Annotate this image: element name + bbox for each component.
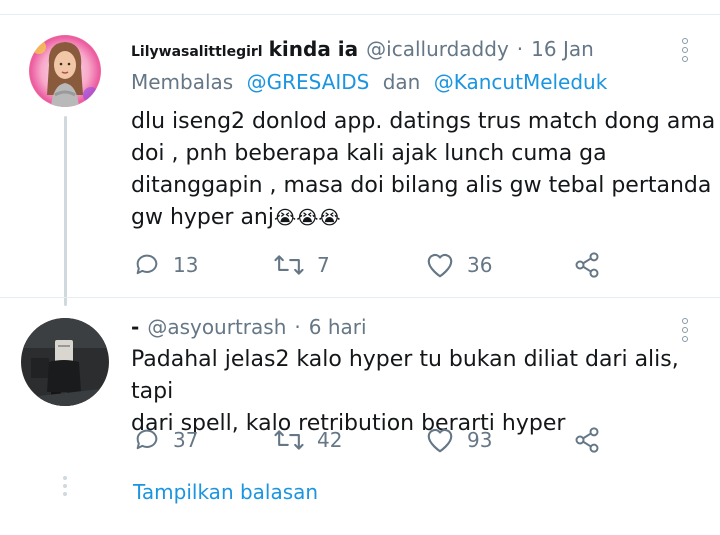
display-name-suffix[interactable]: kinda ia <box>269 37 359 61</box>
separator-dot: · <box>294 315 301 339</box>
reply-icon <box>136 429 158 450</box>
show-replies-link[interactable]: Tampilkan balasan <box>133 480 318 504</box>
share-icon <box>575 252 599 278</box>
retweet-icon <box>274 255 304 275</box>
heart-icon <box>427 253 453 278</box>
thread-line <box>64 116 67 306</box>
tweet-text-line: gw hyper anj <box>131 205 274 230</box>
tweet-actions: 37 42 93 <box>133 426 601 454</box>
share-icon <box>575 427 599 453</box>
retweet-button[interactable]: 7 <box>273 251 425 279</box>
like-button[interactable]: 93 <box>425 426 573 454</box>
handle[interactable]: @icallurdaddy <box>366 37 509 61</box>
reply-button[interactable]: 13 <box>133 251 273 279</box>
thread-continuation-dots <box>63 476 67 496</box>
like-button[interactable]: 36 <box>425 251 573 279</box>
reply-mention-1[interactable]: @GRESAIDS <box>247 70 370 94</box>
like-count: 36 <box>467 253 493 277</box>
like-count: 93 <box>467 428 493 452</box>
reply-prefix: Membalas <box>131 70 234 94</box>
tweet-text-line: doi , pnh beberapa kali ajak lunch cuma … <box>131 141 607 166</box>
crying-emoji: 😭😭😭 <box>274 207 341 229</box>
reply-icon <box>136 254 158 275</box>
timestamp[interactable]: 6 hari <box>309 315 367 339</box>
tweet-text-line: dlu iseng2 donlod app. datings trus matc… <box>131 109 716 134</box>
reply-count: 13 <box>173 253 199 277</box>
heart-icon <box>427 428 453 453</box>
display-name[interactable]: - <box>131 315 139 339</box>
reply-button[interactable]: 37 <box>133 426 273 454</box>
avatar[interactable] <box>29 35 101 107</box>
tweet-header: Lilywasalittlegirl kinda ia @icallurdadd… <box>131 37 594 65</box>
retweet-count: 42 <box>317 428 343 452</box>
tweet-text-line: Padahal jelas2 kalo hyper tu bukan dilia… <box>131 347 679 404</box>
tweet-header: - @asyourtrash · 6 hari <box>131 315 367 339</box>
separator-dot: · <box>516 37 524 61</box>
display-name[interactable]: Lilywasalittlegirl <box>131 44 263 60</box>
tweet-divider <box>0 297 720 298</box>
handle[interactable]: @asyourtrash <box>147 315 286 339</box>
more-options-icon[interactable] <box>682 38 688 62</box>
top-divider <box>0 14 720 15</box>
retweet-button[interactable]: 42 <box>273 426 425 454</box>
tweet-text: dlu iseng2 donlod app. datings trus matc… <box>131 106 715 234</box>
tweet-text-line: ditanggapin , masa doi bilang alis gw te… <box>131 173 712 198</box>
reply-count: 37 <box>173 428 199 452</box>
share-button[interactable] <box>573 251 601 279</box>
reply-joiner: dan <box>382 70 421 94</box>
tweet-actions: 13 7 36 <box>133 251 601 279</box>
avatar[interactable] <box>21 318 109 406</box>
timestamp[interactable]: 16 Jan <box>531 37 594 61</box>
reply-mention-2[interactable]: @KancutMeleduk <box>434 70 608 94</box>
more-options-icon[interactable] <box>682 318 688 342</box>
retweet-count: 7 <box>317 253 330 277</box>
retweet-icon <box>274 430 304 450</box>
share-button[interactable] <box>573 426 601 454</box>
reply-context: Membalas @GRESAIDS dan @KancutMeleduk <box>131 70 607 94</box>
